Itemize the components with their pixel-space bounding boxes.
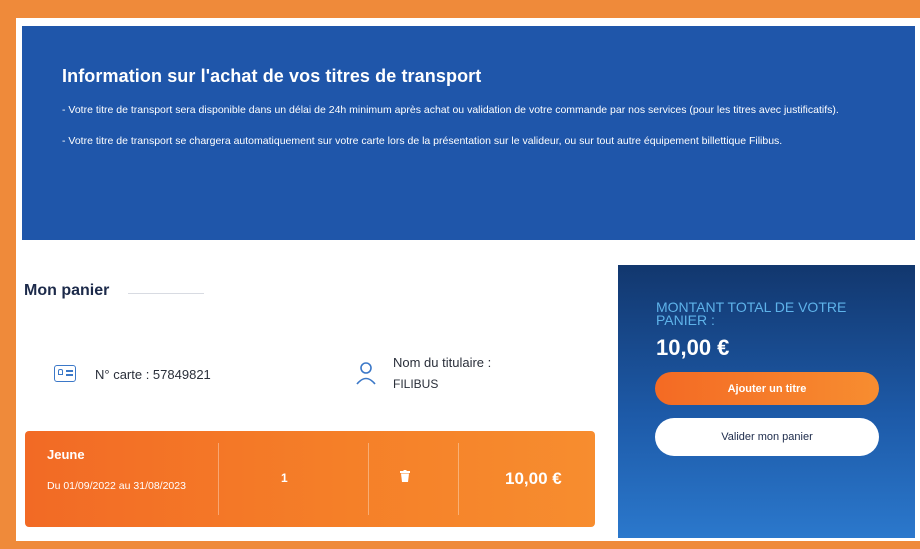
person-icon <box>356 362 376 385</box>
total-panel: MONTANT TOTAL DE VOTRE PANIER : 10,00 € … <box>618 265 915 538</box>
cart-item-divider <box>218 443 219 515</box>
total-amount: 10,00 € <box>656 335 730 360</box>
info-title: Information sur l'achat de vos titres de… <box>62 66 482 86</box>
info-paragraph-loading: - Votre titre de transport se chargera a… <box>62 135 783 147</box>
cart-item-divider <box>368 443 369 515</box>
cart-title-divider <box>128 293 204 294</box>
trash-icon[interactable] <box>400 470 410 482</box>
holder-name: FILIBUS <box>393 377 439 391</box>
card-number: N° carte : 57849821 <box>95 367 211 382</box>
info-paragraph-availability: - Votre titre de transport sera disponib… <box>62 104 839 116</box>
info-banner: Information sur l'achat de vos titres de… <box>22 26 915 240</box>
cart-item-quantity: 1 <box>281 471 288 485</box>
add-ticket-button[interactable]: Ajouter un titre <box>655 372 879 405</box>
validate-cart-button[interactable]: Valider mon panier <box>655 418 879 456</box>
cart-item-price: 10,00 € <box>505 469 562 488</box>
cart-item-dates: Du 01/09/2022 au 31/08/2023 <box>47 480 186 492</box>
cart-item: Jeune Du 01/09/2022 au 31/08/2023 1 10,0… <box>25 431 595 527</box>
id-card-icon <box>54 365 76 382</box>
cart-title: Mon panier <box>24 282 110 299</box>
holder-label: Nom du titulaire : <box>393 355 492 370</box>
cart-item-divider <box>458 443 459 515</box>
cart-item-name: Jeune <box>47 447 85 462</box>
total-label: MONTANT TOTAL DE VOTRE PANIER : <box>656 299 847 328</box>
